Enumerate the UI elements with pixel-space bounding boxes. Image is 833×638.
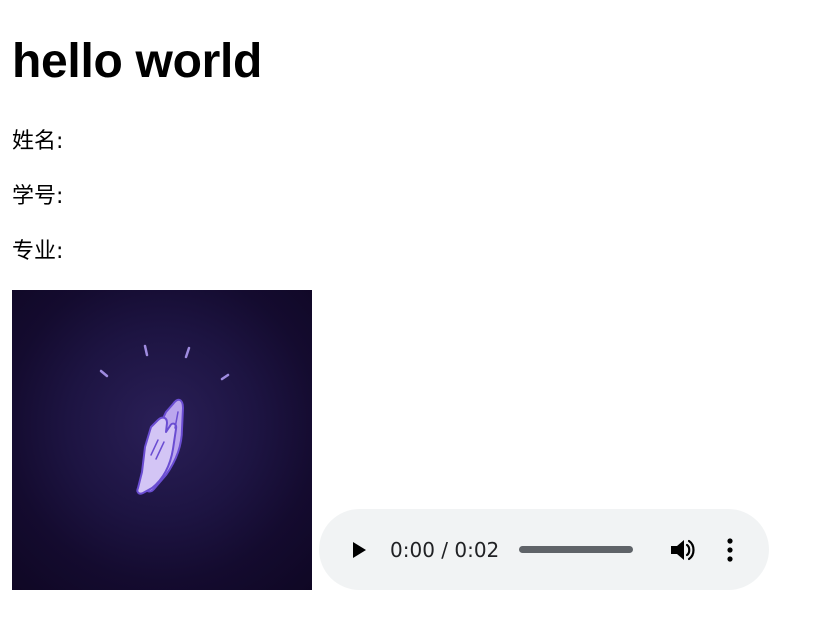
student-id-label: 学号: xyxy=(12,184,64,209)
time-display: 0:00 / 0:02 xyxy=(390,538,500,562)
more-options-button[interactable] xyxy=(719,537,741,563)
page-title: hello world xyxy=(12,35,263,88)
clapping-hands-icon xyxy=(99,344,230,495)
more-vert-icon xyxy=(727,538,733,562)
page: hello world 姓名: 学号: 专业: 0:00 / 0:02 xyxy=(0,0,833,638)
play-icon xyxy=(353,542,366,558)
mute-button[interactable] xyxy=(669,537,697,563)
major-label: 专业: xyxy=(12,239,64,264)
volume-icon xyxy=(671,539,695,561)
seek-slider[interactable] xyxy=(519,546,633,553)
name-label: 姓名: xyxy=(12,129,64,154)
play-button[interactable] xyxy=(347,538,371,562)
clapping-hands-image xyxy=(12,290,312,590)
audio-player[interactable]: 0:00 / 0:02 xyxy=(319,509,769,590)
